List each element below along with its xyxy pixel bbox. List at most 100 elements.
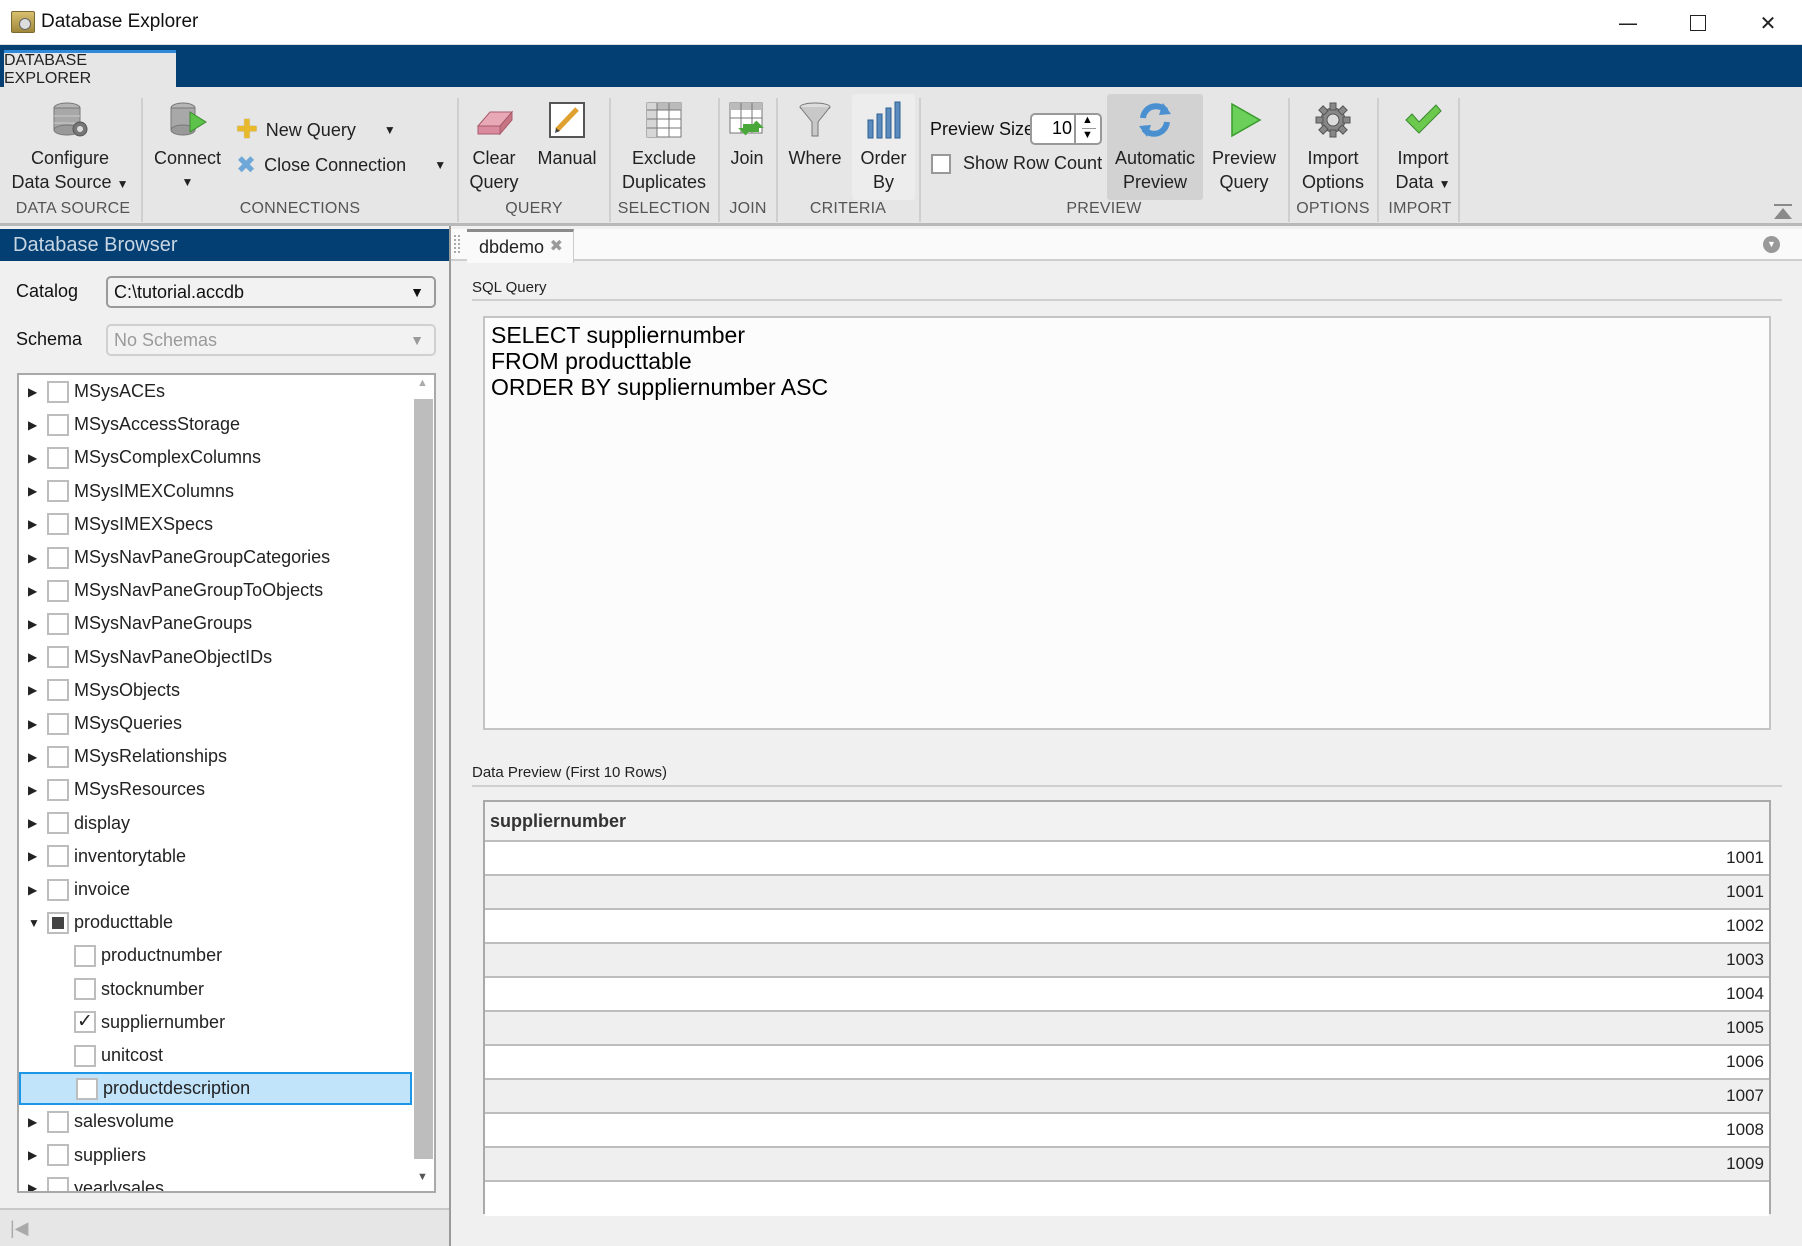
tree-checkbox[interactable] [47,1110,69,1133]
tree-table-item[interactable]: ▶ MSysNavPaneGroupToObjects [19,574,412,607]
minimize-button[interactable]: — [1593,0,1663,45]
close-tab-icon[interactable]: ✖ [550,232,563,262]
column-header[interactable]: suppliernumber [485,802,1769,842]
expand-down-icon[interactable]: ▼ [28,916,40,930]
where-button[interactable]: Where [782,100,848,170]
tree-checkbox[interactable] [47,579,69,602]
scrollbar-thumb[interactable] [414,399,433,1159]
tree-table-item[interactable]: ▶ MSysIMEXColumns [19,475,412,508]
table-row[interactable]: 1008 [485,1114,1769,1148]
expand-right-icon[interactable]: ▶ [28,717,37,731]
tree-table-item[interactable]: ▶ MSysNavPaneObjectIDs [19,641,412,674]
tree-table-item[interactable]: ▶ MSysAccessStorage [19,408,412,441]
expand-right-icon[interactable]: ▶ [28,584,37,598]
order-by-button[interactable]: Order By [852,94,915,200]
tree-checkbox[interactable] [47,712,69,735]
maximize-button[interactable] [1663,0,1733,45]
tree-table-item[interactable]: ▶ MSysNavPaneGroups [19,607,412,640]
spinner-buttons[interactable]: ▲ ▼ [1074,114,1100,143]
exclude-duplicates-button[interactable]: Exclude Duplicates [614,100,714,194]
tree-checkbox[interactable] [47,878,69,901]
tree-table-item[interactable]: ▶ yearlysales [19,1172,412,1191]
expand-right-icon[interactable]: ▶ [28,849,37,863]
expand-right-icon[interactable]: ▶ [28,816,37,830]
close-connection-button[interactable]: ✖ Close Connection ▼ [236,151,446,179]
tree-checkbox[interactable] [47,1144,69,1167]
expand-right-icon[interactable]: ▶ [28,385,37,399]
tree-checkbox[interactable] [47,812,69,835]
connect-button[interactable]: Connect ▼ [150,100,225,194]
tree-column-item[interactable]: suppliernumber [19,1006,412,1039]
expand-right-icon[interactable]: ▶ [28,1148,37,1162]
tree-table-item[interactable]: ▶ invoice [19,873,412,906]
scroll-down-icon[interactable]: ▼ [417,1171,428,1183]
tree-table-item[interactable]: ▶ suppliers [19,1139,412,1172]
expand-right-icon[interactable]: ▶ [28,883,37,897]
tree-checkbox[interactable] [74,1010,96,1034]
sql-query-textarea[interactable]: SELECT suppliernumber FROM producttable … [483,316,1771,730]
tree-checkbox[interactable] [47,413,69,436]
tree-checkbox[interactable] [74,944,96,967]
tree-table-item[interactable]: ▶ MSysNavPaneGroupCategories [19,541,412,574]
tab-dbdemo[interactable]: dbdemo ✖ [467,229,574,263]
tree-checkbox[interactable] [47,446,69,469]
tree-checkbox[interactable] [76,1077,98,1100]
tree-checkbox[interactable] [47,513,69,536]
tree-table-item[interactable]: ▶ MSysComplexColumns [19,441,412,474]
table-row[interactable]: 1005 [485,1012,1769,1046]
expand-right-icon[interactable]: ▶ [28,683,37,697]
schema-dropdown[interactable]: No Schemas ▼ [106,324,436,356]
tab-database-explorer[interactable]: DATABASE EXPLORER [4,50,176,87]
expand-right-icon[interactable]: ▶ [28,517,37,531]
table-row[interactable]: 1003 [485,944,1769,978]
tree-checkbox[interactable] [47,546,69,569]
spin-down-icon[interactable]: ▼ [1082,128,1096,141]
tree-table-item[interactable]: ▶ MSysIMEXSpecs [19,508,412,541]
scroll-up-icon[interactable]: ▲ [417,377,428,389]
expand-right-icon[interactable]: ▶ [28,551,37,565]
table-row[interactable]: 1001 [485,842,1769,876]
manual-button[interactable]: Manual [530,100,604,170]
collapse-panel-icon[interactable]: |◀ [10,1218,29,1239]
tree-checkbox[interactable] [47,1177,69,1191]
expand-right-icon[interactable]: ▶ [28,783,37,797]
preview-size-spinner[interactable]: 10 ▲ ▼ [1030,113,1102,145]
configure-data-source-button[interactable]: Configure Data Source ▼ [10,100,130,196]
close-button[interactable]: ✕ [1733,0,1802,45]
expand-right-icon[interactable]: ▶ [28,451,37,465]
expand-right-icon[interactable]: ▶ [28,484,37,498]
table-row[interactable]: 1006 [485,1046,1769,1080]
tree-table-item[interactable]: ▶ MSysACEs [19,375,412,408]
tree-checkbox[interactable] [47,646,69,669]
expand-right-icon[interactable]: ▶ [28,1181,37,1191]
table-row[interactable]: 1009 [485,1148,1769,1182]
table-row[interactable]: 1007 [485,1080,1769,1114]
import-options-button[interactable]: Import Options [1293,100,1373,194]
new-query-button[interactable]: ✚ New Query ▼ [236,115,396,145]
tree-checkbox[interactable] [47,612,69,635]
clear-query-button[interactable]: Clear Query [462,100,526,194]
tree-checkbox[interactable] [74,978,96,1001]
tree-column-item[interactable]: productdescription [19,1072,412,1106]
tree-column-item[interactable]: unitcost [19,1039,412,1072]
tree-checkbox[interactable] [47,911,69,934]
table-row[interactable]: 1001 [485,876,1769,910]
tree-column-item[interactable]: stocknumber [19,973,412,1006]
tree-checkbox[interactable] [74,1044,96,1067]
tree-table-item[interactable]: ▶ MSysRelationships [19,740,412,773]
tree-column-item[interactable]: productnumber [19,939,412,972]
preview-query-button[interactable]: Preview Query [1207,100,1281,194]
spin-up-icon[interactable]: ▲ [1082,114,1093,126]
join-button[interactable]: Join [722,100,772,170]
collapse-ribbon-icon[interactable] [1774,204,1792,220]
import-data-button[interactable]: Import Data ▼ [1383,100,1463,196]
expand-right-icon[interactable]: ▶ [28,650,37,664]
tree-checkbox[interactable] [47,845,69,868]
expand-right-icon[interactable]: ▶ [28,1115,37,1129]
tree-checkbox[interactable] [47,480,69,503]
tree-table-item[interactable]: ▼ producttable [19,906,412,939]
tree-checkbox[interactable] [47,778,69,801]
tree-checkbox[interactable] [47,679,69,702]
expand-right-icon[interactable]: ▶ [28,418,37,432]
tab-options-icon[interactable]: ▼ [1763,236,1780,253]
